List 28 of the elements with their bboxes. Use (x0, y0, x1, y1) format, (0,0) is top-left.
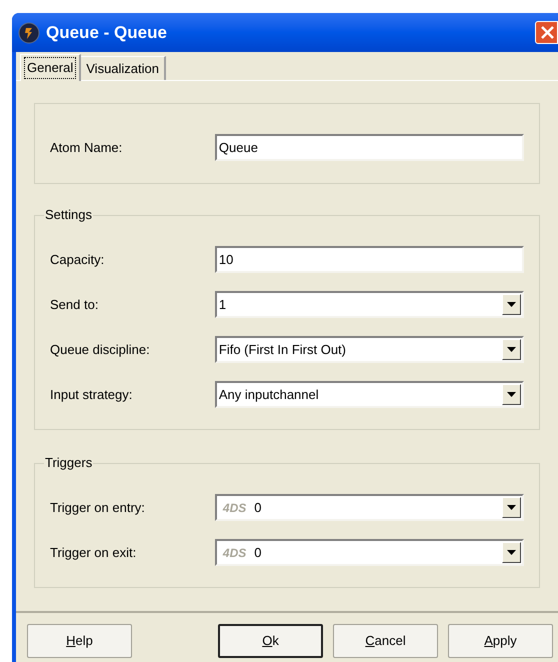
group-title: Triggers (44, 455, 94, 471)
prefix-label: 4DS (222, 544, 246, 562)
dropdown-field[interactable]: 4DS 0 (214, 539, 524, 566)
tab[interactable]: Visualization (81, 56, 166, 80)
window-title: Queue - Queue (46, 22, 167, 44)
field-label: Trigger on exit: (50, 544, 138, 562)
dropdown-field[interactable]: Any inputchannel (214, 381, 524, 408)
field-label: Send to: (50, 296, 100, 314)
text-field[interactable]: Queue (214, 134, 524, 161)
dropdown-field[interactable]: 4DS 0 (214, 494, 524, 521)
app-icon (18, 22, 40, 44)
field-label: Atom Name: (50, 138, 124, 157)
close-icon (540, 25, 555, 40)
group-title: Settings (44, 207, 93, 223)
dialog-button[interactable]: Ok (218, 624, 323, 658)
close-button[interactable] (535, 21, 558, 44)
tab[interactable]: General (20, 54, 82, 81)
dialog-button[interactable]: Cancel (333, 624, 438, 658)
dropdown-field[interactable]: Fifo (First In First Out) (214, 336, 524, 363)
prefix-label: 4DS (222, 500, 246, 516)
field-label: Capacity: (50, 250, 106, 269)
field-label: Input strategy: (50, 386, 134, 404)
dialog-button[interactable]: Apply (448, 624, 553, 658)
field-label: Queue discipline: (50, 340, 151, 359)
dialog-button[interactable]: Help (27, 624, 132, 658)
text-field[interactable]: 10 (214, 246, 524, 273)
dropdown-field[interactable]: 1 (214, 291, 524, 318)
field-label: Trigger on entry: (50, 498, 146, 517)
